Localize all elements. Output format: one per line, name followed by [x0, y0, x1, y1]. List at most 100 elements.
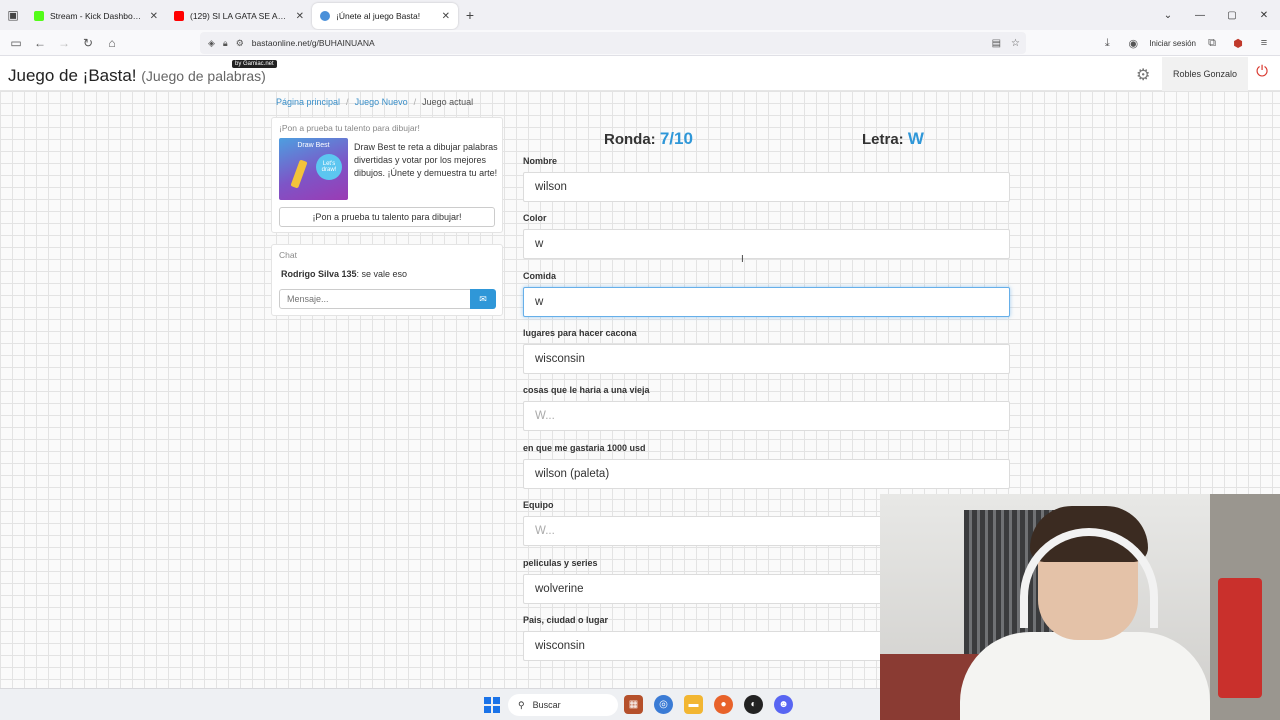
breadcrumb-new-game-link[interactable]: Juego Nuevo [355, 97, 408, 107]
chat-send-button[interactable]: ✉ [470, 289, 496, 309]
round-label: Ronda: [604, 131, 656, 148]
tab-kick-dashboard[interactable]: Stream - Kick Dashboard ✕ [26, 3, 166, 29]
url-bar[interactable]: ◈ 🔒︎ ⚙ bastaonline.net/g/BUHAINUANA ▤ ☆ [200, 32, 1026, 54]
tab-title: ¡Únete al juego Basta! [336, 11, 421, 21]
field-label: Comida [523, 271, 557, 281]
tab-youtube[interactable]: (129) SI LA GATA SE AMOTINA ✕ [166, 3, 312, 29]
home-icon[interactable]: ⌂ [100, 31, 124, 55]
logout-power-icon[interactable]: ⏻ [1252, 63, 1272, 83]
field-lugares-cacona: lugares para hacer cacona [523, 328, 1011, 374]
tab-overflow-icon[interactable]: ⌄ [1152, 0, 1184, 30]
chat-panel: Chat Rodrigo Silva 135: se vale eso ✉ [271, 244, 503, 316]
nav-right-tools: ⤓ ◉ Iniciar sesión ⧉ ⬢ ≡ [1097, 30, 1280, 56]
tab-basta[interactable]: ¡Únete al juego Basta! ✕ [312, 3, 458, 29]
downloads-icon[interactable]: ⤓ [1097, 37, 1117, 50]
url-text[interactable]: bastaonline.net/g/BUHAINUANA [252, 38, 375, 48]
back-icon[interactable]: ← [28, 31, 52, 55]
breadcrumb-current: Juego actual [422, 97, 474, 107]
taskbar-apps: ▦ ◎ ▬ ● ◐ ☻ [624, 695, 793, 714]
youtube-favicon-icon [174, 11, 184, 21]
shield-icon[interactable]: ◈ [208, 38, 215, 49]
close-tab-icon[interactable]: ✕ [442, 11, 450, 22]
letter-value: W [907, 129, 924, 148]
browser-tab-bar: ▣ Stream - Kick Dashboard ✕ (129) SI LA … [0, 0, 1280, 30]
text-cursor-icon: I [741, 254, 744, 265]
settings-gear-icon[interactable]: ⚙ [1136, 65, 1150, 85]
file-explorer-icon[interactable]: ▬ [684, 695, 703, 714]
breadcrumb-home-link[interactable]: Página principal [276, 97, 340, 107]
kick-favicon-icon [34, 11, 44, 21]
draw-best-promo-image[interactable]: Draw Best Let's draw! [279, 138, 348, 200]
chat-message-text: : se vale eso [356, 269, 408, 279]
field-cosas-vieja: cosas que le haria a una vieja [523, 385, 1011, 431]
field-label: Color [523, 213, 547, 223]
field-label: Nombre [523, 156, 558, 166]
lugares-cacona-input[interactable] [523, 344, 1010, 374]
permissions-icon[interactable]: ⚙ [236, 38, 244, 49]
bookmark-star-icon[interactable]: ☆ [1011, 38, 1020, 49]
letter-label: Letra: [862, 131, 904, 148]
forward-icon[interactable]: → [52, 31, 76, 55]
firefox-icon[interactable]: ● [714, 695, 733, 714]
tab-title: (129) SI LA GATA SE AMOTINA [190, 11, 290, 21]
os-taskbar: ⚲ Buscar ▦ ◎ ▬ ● ◐ ☻ [0, 688, 880, 720]
basta-favicon-icon [320, 11, 330, 21]
webcam-red-scarf [1218, 578, 1262, 698]
obs-icon[interactable]: ◐ [744, 695, 763, 714]
chat-message: Rodrigo Silva 135: se vale eso [281, 269, 407, 279]
sidebar-icon[interactable]: ▭ [4, 31, 28, 55]
account-icon[interactable]: ◉ [1123, 37, 1143, 50]
send-message-icon: ✉ [479, 293, 487, 304]
webcam-person-shirt [960, 632, 1210, 720]
taskbar-search[interactable]: ⚲ Buscar [508, 694, 618, 716]
chat-message-author: Rodrigo Silva 135 [281, 269, 357, 279]
site-logo[interactable]: Juego de ¡Basta! (Juego de palabras) [8, 66, 266, 86]
reader-view-icon[interactable]: ▤ [992, 38, 1001, 49]
lock-icon[interactable]: 🔒︎ [223, 38, 228, 49]
reload-icon[interactable]: ↻ [76, 31, 100, 55]
tab-list-icon[interactable]: ▣ [0, 0, 26, 30]
breadcrumb-separator: / [413, 97, 417, 107]
close-window-icon[interactable]: ✕ [1248, 0, 1280, 30]
menu-icon[interactable]: ≡ [1254, 37, 1274, 49]
round-indicator: Ronda: 7/10 [604, 129, 693, 149]
windows-start-icon[interactable] [484, 697, 500, 713]
comida-input[interactable] [523, 287, 1010, 317]
color-input[interactable] [523, 229, 1010, 259]
close-tab-icon[interactable]: ✕ [150, 11, 158, 22]
close-tab-icon[interactable]: ✕ [296, 11, 304, 22]
copilot-icon[interactable]: ◎ [654, 695, 673, 714]
field-label: lugares para hacer cacona [523, 328, 637, 338]
field-label: cosas que le haria a una vieja [523, 385, 650, 395]
promo-description: Draw Best te reta a dibujar palabras div… [354, 142, 498, 178]
browser-nav-bar: ▭ ← → ↻ ⌂ ◈ 🔒︎ ⚙ bastaonline.net/g/BUHAI… [0, 30, 1280, 56]
ublock-icon[interactable]: ⬢ [1228, 37, 1248, 50]
site-header: Juego de ¡Basta! (Juego de palabras) by … [0, 57, 1280, 91]
new-tab-icon[interactable]: + [458, 7, 482, 23]
taskbar-search-label: Buscar [532, 700, 561, 710]
promo-title: ¡Pon a prueba tu talento para dibujar! [279, 123, 420, 133]
field-color: Color [523, 213, 1011, 259]
field-nombre: Nombre [523, 156, 1011, 202]
user-name-button[interactable]: Robles Gonzalo [1162, 57, 1248, 91]
gastaria-1000-input[interactable] [523, 459, 1010, 489]
breadcrumb-separator: / [346, 97, 349, 107]
window-controls: ⌄ — ▢ ✕ [1152, 0, 1280, 30]
taskbar-widget-icon[interactable]: ▦ [624, 695, 643, 714]
minimize-icon[interactable]: — [1184, 0, 1216, 30]
letter-indicator: Letra: W [862, 129, 924, 149]
breadcrumb: Página principal / Juego Nuevo / Juego a… [276, 97, 473, 107]
round-value: 7/10 [659, 129, 693, 148]
promo-image-bubble: Let's draw! [316, 154, 342, 180]
cosas-vieja-input[interactable] [523, 401, 1010, 431]
pencil-icon [290, 159, 308, 189]
chat-message-input[interactable] [279, 289, 471, 309]
promo-try-button[interactable]: ¡Pon a prueba tu talento para dibujar! [279, 207, 495, 227]
maximize-icon[interactable]: ▢ [1216, 0, 1248, 30]
signin-button[interactable]: Iniciar sesión [1149, 39, 1196, 48]
logo-main-text: Juego de ¡Basta! [8, 66, 137, 85]
draw-best-promo-panel: ¡Pon a prueba tu talento para dibujar! D… [271, 117, 503, 233]
nombre-input[interactable] [523, 172, 1010, 202]
discord-icon[interactable]: ☻ [774, 695, 793, 714]
extensions-icon[interactable]: ⧉ [1202, 37, 1222, 50]
